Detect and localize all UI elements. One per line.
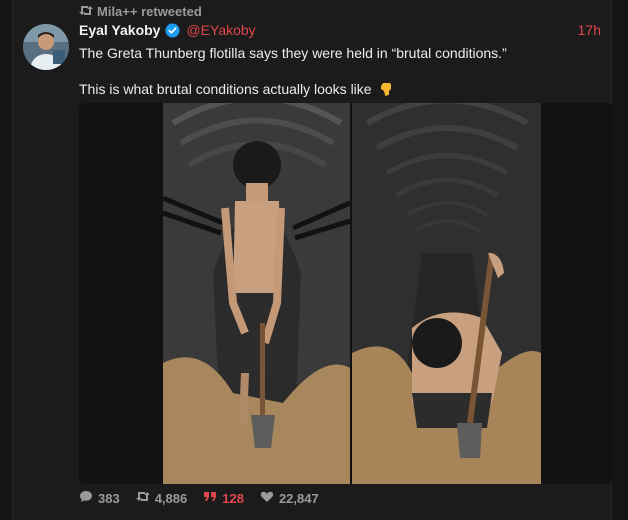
like-button[interactable]: 22,847 bbox=[260, 490, 319, 506]
retweet-icon bbox=[135, 490, 150, 506]
tweet-card[interactable]: Mila++ retweeted Eyal Yakoby @EYakoby 17… bbox=[12, 0, 613, 520]
retweet-icon bbox=[79, 4, 93, 19]
heart-icon bbox=[260, 490, 274, 506]
quote-button[interactable]: 128 bbox=[203, 490, 244, 506]
display-name[interactable]: Eyal Yakoby bbox=[79, 22, 160, 38]
reply-button[interactable]: 383 bbox=[79, 490, 120, 506]
quote-count: 128 bbox=[222, 490, 244, 506]
like-count: 22,847 bbox=[278, 490, 319, 506]
retweet-label: Mila++ retweeted bbox=[97, 4, 202, 19]
reply-icon bbox=[79, 490, 93, 506]
tweet-header: Eyal Yakoby @EYakoby 17h bbox=[79, 22, 601, 38]
user-handle[interactable]: @EYakoby bbox=[186, 22, 255, 38]
tweet-text-line-2-content: This is what brutal conditions actually … bbox=[79, 81, 372, 97]
reply-count: 383 bbox=[98, 490, 120, 506]
retweet-count: 4,886 bbox=[154, 490, 188, 506]
tweet-actions: 383 4,886 128 22,847 bbox=[79, 490, 335, 506]
photo-right[interactable] bbox=[352, 103, 541, 484]
backhand-index-pointing-down-icon bbox=[378, 81, 394, 97]
timestamp[interactable]: 17h bbox=[578, 22, 601, 38]
tweet-text-line-1: The Greta Thunberg flotilla says they we… bbox=[79, 45, 507, 61]
verified-badge-icon bbox=[165, 22, 180, 38]
media-container[interactable] bbox=[79, 103, 613, 484]
avatar[interactable] bbox=[23, 24, 69, 70]
tweet-text-line-2: This is what brutal conditions actually … bbox=[79, 80, 597, 98]
photo-left[interactable] bbox=[163, 103, 350, 484]
retweet-button[interactable]: 4,886 bbox=[135, 490, 188, 506]
retweet-indicator: Mila++ retweeted bbox=[79, 4, 202, 19]
quote-icon bbox=[203, 490, 217, 506]
